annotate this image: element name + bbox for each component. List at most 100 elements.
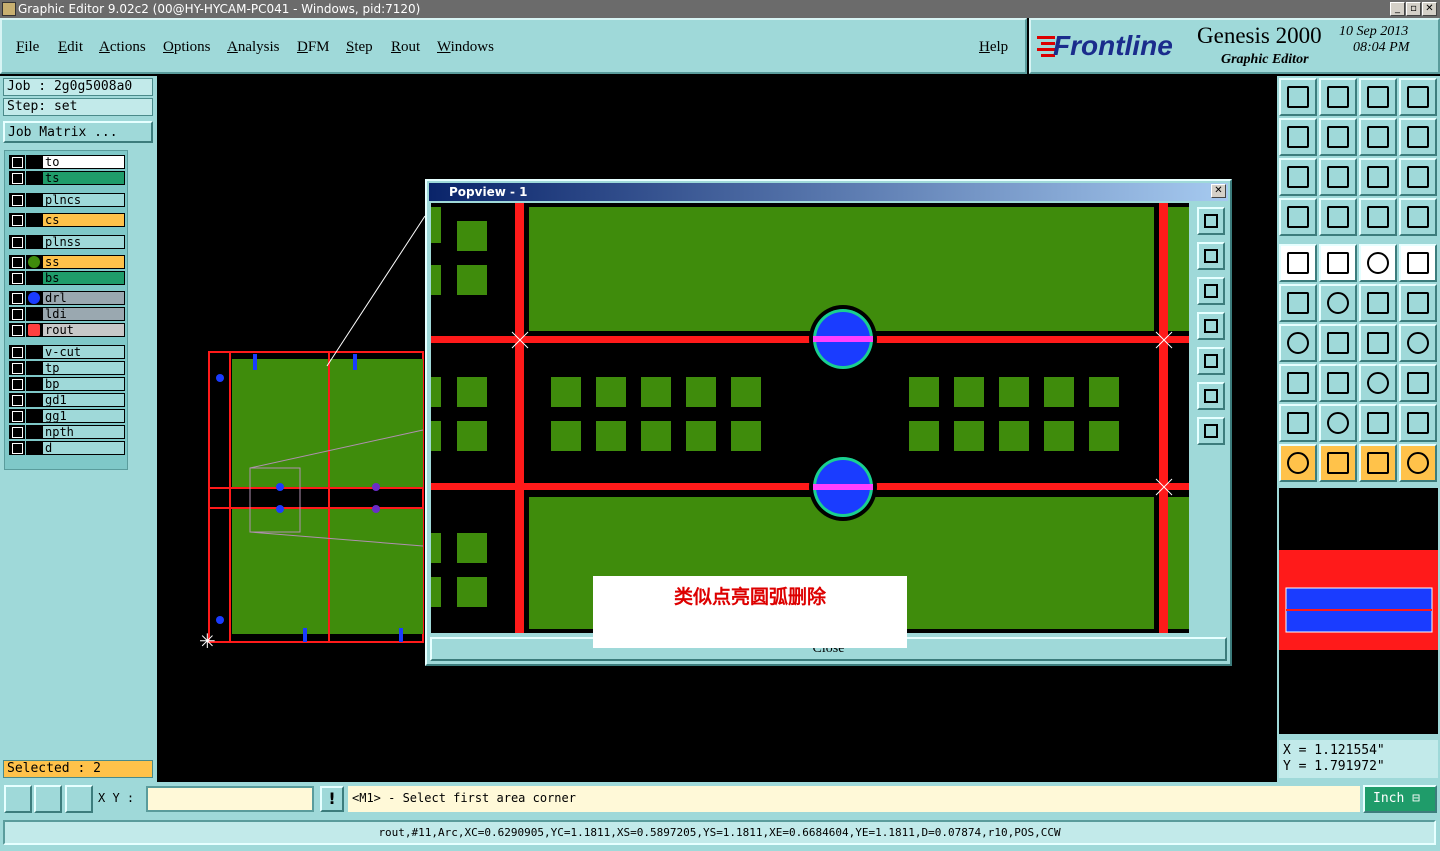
home-icon[interactable] (1359, 78, 1397, 116)
layer-name[interactable]: tp (42, 361, 125, 375)
menu-options[interactable]: Options (163, 39, 211, 56)
grid-snap-icon[interactable] (65, 785, 93, 813)
menu-step[interactable]: Step (346, 39, 373, 56)
layer-name[interactable]: plncs (42, 193, 125, 207)
line-icon[interactable] (1359, 284, 1397, 322)
blue-dot-icon[interactable] (26, 291, 42, 305)
pad-icon[interactable] (1399, 244, 1437, 282)
tri2-icon[interactable] (1319, 404, 1357, 442)
layer-name[interactable]: ldi (42, 307, 125, 321)
angle-icon[interactable] (1279, 324, 1317, 362)
right-icon[interactable] (1319, 118, 1357, 156)
line2-icon[interactable] (1399, 284, 1437, 322)
layer-affected-icon[interactable] (26, 377, 42, 391)
pointer2-icon[interactable] (1319, 444, 1357, 482)
menu-windows[interactable]: Windows (437, 39, 494, 56)
redo-icon[interactable] (1399, 118, 1437, 156)
zoom-icon[interactable] (1319, 158, 1357, 196)
layer-affected-icon[interactable] (26, 441, 42, 455)
pan-left-icon[interactable] (1197, 312, 1225, 340)
layer-row-d[interactable]: d (9, 441, 125, 455)
home-up-icon[interactable] (1279, 78, 1317, 116)
popview-close-icon[interactable]: ✕ (1211, 184, 1226, 198)
green-dot-icon[interactable] (26, 255, 42, 269)
home-down-icon[interactable] (1319, 78, 1357, 116)
layer-affected-icon[interactable] (26, 235, 42, 249)
layer-checkbox[interactable] (9, 271, 25, 285)
help-icon[interactable] (1399, 158, 1437, 196)
layer-checkbox[interactable] (9, 323, 25, 337)
pointer3-icon[interactable] (1359, 444, 1397, 482)
layer-checkbox[interactable] (9, 213, 25, 227)
layer-row-ss[interactable]: ss (9, 255, 125, 269)
layer-row-bp[interactable]: bp (9, 377, 125, 391)
layer-row-plnss[interactable]: plnss (9, 235, 125, 249)
minimize-button[interactable]: _ (1390, 2, 1405, 16)
layer-affected-icon[interactable] (26, 345, 42, 359)
layer-affected-icon[interactable] (26, 425, 42, 439)
layer-checkbox[interactable] (9, 409, 25, 423)
zoom-in-icon[interactable] (1197, 207, 1225, 235)
connect-icon[interactable] (1399, 444, 1437, 482)
ruler-icon[interactable] (1359, 244, 1397, 282)
fit-icon[interactable] (1279, 158, 1317, 196)
dot-icon[interactable] (1279, 364, 1317, 402)
pan-down-icon[interactable] (1197, 277, 1225, 305)
pointer-icon[interactable] (1279, 444, 1317, 482)
scale-icon[interactable] (1359, 158, 1397, 196)
diag-icon[interactable] (1319, 324, 1357, 362)
layer-row-npth[interactable]: npth (9, 425, 125, 439)
layer-name[interactable]: bs (42, 271, 125, 285)
layer-name[interactable]: ts (42, 171, 125, 185)
grid-icon[interactable] (1319, 198, 1357, 236)
tri4-icon[interactable] (1399, 404, 1437, 442)
pan-up-icon[interactable] (1197, 242, 1225, 270)
layer-row-cs[interactable]: cs (9, 213, 125, 227)
zoom-area-icon[interactable] (4, 785, 32, 813)
layer-row-plncs[interactable]: plncs (9, 193, 125, 207)
split-icon[interactable] (1399, 324, 1437, 362)
layer-affected-icon[interactable] (26, 409, 42, 423)
layer-checkbox[interactable] (9, 393, 25, 407)
route-icon[interactable] (1279, 284, 1317, 322)
edit-arrow-icon[interactable] (26, 323, 42, 337)
mini-map[interactable] (1279, 488, 1438, 734)
measure-angle-icon[interactable] (34, 785, 62, 813)
layer-row-v-cut[interactable]: v-cut (9, 345, 125, 359)
menu-help[interactable]: Help (979, 39, 1008, 56)
circles-icon[interactable] (1399, 364, 1437, 402)
layers2-icon[interactable] (1399, 198, 1437, 236)
layer-checkbox[interactable] (9, 307, 25, 321)
layer-name[interactable]: d (42, 441, 125, 455)
menu-rout[interactable]: Rout (391, 39, 420, 56)
layer-checkbox[interactable] (9, 291, 25, 305)
zoom-fit-icon[interactable] (1197, 382, 1225, 410)
layer-affected-icon[interactable] (26, 393, 42, 407)
arc-icon[interactable] (1359, 324, 1397, 362)
layer-name[interactable]: gd1 (42, 393, 125, 407)
job-matrix-button[interactable]: Job Matrix ... (3, 121, 153, 143)
layer-checkbox[interactable] (9, 425, 25, 439)
layer-row-ldi[interactable]: ldi (9, 307, 125, 321)
tri1-icon[interactable] (1279, 404, 1317, 442)
layer-checkbox[interactable] (9, 377, 25, 391)
layer-checkbox[interactable] (9, 235, 25, 249)
layer-name[interactable]: to (42, 155, 125, 169)
xy-input[interactable] (146, 786, 314, 812)
layer-row-gg1[interactable]: gg1 (9, 409, 125, 423)
layer-row-drl[interactable]: drl (9, 291, 125, 305)
menu-file[interactable]: File (16, 39, 39, 56)
snap-icon[interactable] (1279, 198, 1317, 236)
unit-selector[interactable]: Inch ⊟ (1363, 785, 1437, 813)
layer-affected-icon[interactable] (26, 171, 42, 185)
layer-affected-icon[interactable] (26, 361, 42, 375)
exclamation-icon[interactable]: ! (320, 786, 344, 812)
menu-actions[interactable]: Actions (99, 39, 146, 56)
maximize-button[interactable]: ▫ (1406, 2, 1421, 16)
layer-row-bs[interactable]: bs (9, 271, 125, 285)
close-window-button[interactable]: ✕ (1422, 2, 1437, 16)
layer-affected-icon[interactable] (26, 307, 42, 321)
layer-name[interactable]: plnss (42, 235, 125, 249)
layers-icon[interactable] (1359, 198, 1397, 236)
layer-row-tp[interactable]: tp (9, 361, 125, 375)
